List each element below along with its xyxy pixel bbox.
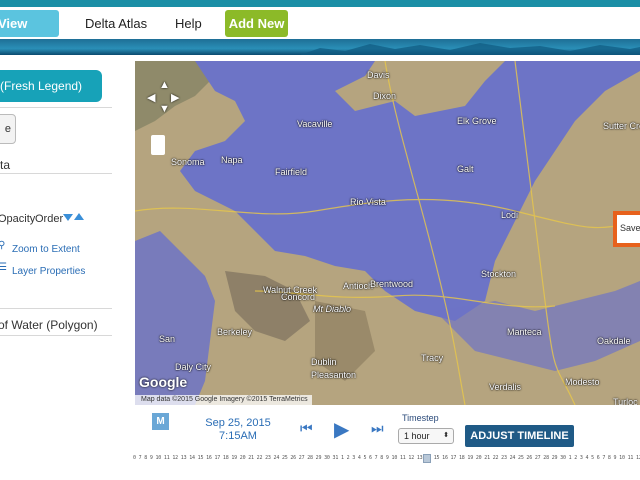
map-label: Brentwood [370,279,414,289]
map-label: Dixon [373,91,397,101]
top-accent-strip [0,0,640,7]
map-label: Modesto [565,377,600,387]
map-label: Tracy [421,353,444,363]
order-down-icon[interactable] [63,214,73,221]
timeline-date: Sep 25, 2015 [205,417,271,429]
map-label: Walnut Creek [263,285,318,295]
top-navbar: View Layers Delta Atlas Help Add New [0,7,640,58]
opacity-label: Opacity [0,213,36,225]
layer-toggle-button[interactable]: e [0,114,16,144]
play-icon[interactable]: ▶ [334,417,349,442]
map-label: Davis [367,70,390,80]
m-button[interactable]: M [152,413,169,430]
street-view-pegman-icon[interactable] [151,135,165,155]
google-logo: Google [139,374,188,390]
map-label: Verdalis [489,382,522,392]
map-label: Pleasanton [311,370,357,380]
timestep-value: 1 hour [404,431,430,441]
order-up-icon[interactable] [74,213,84,220]
map-attribution: Map data ©2015 Google Imagery ©2015 Terr… [135,395,312,405]
select-arrows-icon: ⬍ [443,432,449,439]
pan-down-icon[interactable]: ▼ [159,103,170,115]
skip-forward-icon[interactable]: ⏭ [371,420,384,437]
layer-properties-link[interactable]: Layer Properties [12,266,85,277]
timeline-time: 7:15AM [219,430,257,442]
map-label: Fairfield [275,167,308,177]
map-water-overlay [135,61,640,405]
map-pan-control[interactable]: ▲ ◀ ▶ ▼ [147,79,181,115]
map-label: Napa [221,155,243,165]
map-label: San [159,334,176,344]
divider [0,107,112,108]
zoom-to-extent-link[interactable]: Zoom to Extent [12,244,80,255]
order-label: Order [35,213,64,225]
map-label: Berkeley [217,327,253,337]
timeline-position-marker[interactable] [423,454,431,463]
map-label: Vacaville [297,119,333,129]
pan-right-icon[interactable]: ▶ [171,91,179,104]
map-label: Galt [457,164,474,174]
zoom-extent-icon: ⚲ [0,240,6,251]
map-label: Oakdale [597,336,631,346]
map-label: Daly City [175,362,212,372]
help-link[interactable]: Help [175,10,202,37]
map-label: Stockton [481,269,517,279]
map-label: Mt Diablo [313,304,352,314]
pan-left-icon[interactable]: ◀ [147,91,155,104]
pan-up-icon[interactable]: ▲ [159,79,170,91]
delta-atlas-link[interactable]: Delta Atlas [85,10,147,37]
map-label: Manteca [507,327,542,337]
timestep-label: Timestep [402,413,439,423]
map-label: Rio Vista [350,197,386,207]
map-label: Lodi [501,210,519,220]
legend-tab[interactable]: (Fresh Legend) [0,70,102,102]
section-label: ta [0,158,11,172]
map-label: Turloc [613,397,638,405]
timestep-select[interactable]: 1 hour ⬍ [398,428,454,444]
sidebar: (Fresh Legend) e ta Opacity Order ⚲ Zoom… [0,55,133,480]
map-label: Elk Grove [457,116,497,126]
banner-mountains [300,43,640,55]
map-label: Sutter Cre [603,121,640,131]
timeline-ticks[interactable]: 0 7 8 9 10 11 12 13 14 15 16 17 18 19 20… [133,455,640,465]
divider [0,173,112,174]
map-viewport[interactable]: Davis Dixon Elk Grove Sutter Cre Vacavil… [135,61,640,405]
map-label: Sonoma [171,157,205,167]
add-new-button[interactable]: Add New [225,10,288,37]
view-layers-button[interactable]: View Layers [0,10,59,58]
map-label: Antioch [343,281,374,291]
divider [0,308,112,309]
layer-properties-icon: ☰ [0,262,7,273]
map-label: Dublin [311,357,337,367]
divider [0,335,112,336]
skip-back-icon[interactable]: ⏮ [300,420,313,437]
adjust-timeline-button[interactable]: ADJUST TIMELINE [465,425,574,447]
save-popup[interactable]: Save [613,211,640,247]
layer-name: of Water (Polygon) [0,318,98,332]
